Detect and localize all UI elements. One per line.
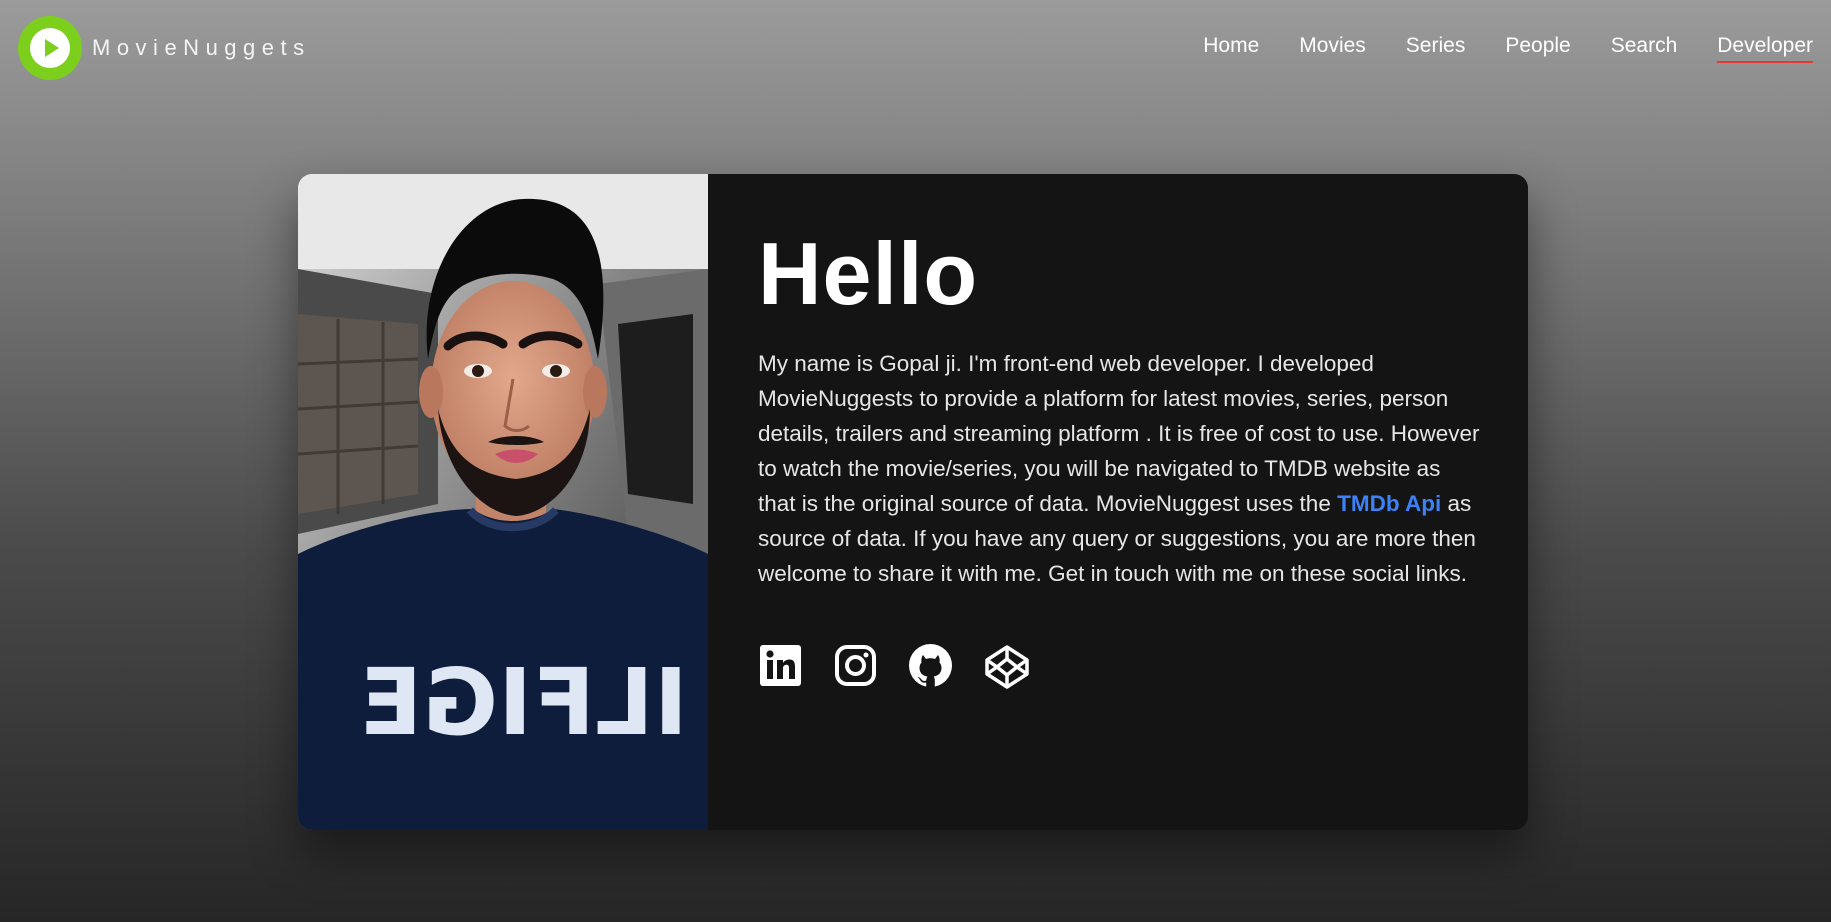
codepen-link[interactable] <box>983 643 1029 689</box>
tmdb-api-link[interactable]: TMDb Api <box>1337 491 1441 516</box>
nav-developer-link[interactable]: Developer <box>1717 34 1813 63</box>
play-logo-icon <box>18 16 82 80</box>
instagram-link[interactable] <box>833 643 878 688</box>
top-navbar: MovieNuggets Home Movies Series People S… <box>0 0 1831 98</box>
nav-people-link[interactable]: People <box>1505 34 1570 63</box>
github-link[interactable] <box>908 643 953 688</box>
shirt-print-text: ILFIGE <box>360 649 688 756</box>
linkedin-link[interactable] <box>758 643 803 688</box>
developer-photo: ILFIGE <box>298 174 708 830</box>
codepen-icon <box>985 645 1029 689</box>
social-links <box>758 643 1480 689</box>
brand-name: MovieNuggets <box>92 35 311 60</box>
main-nav: Home Movies Series People Search Develop… <box>1203 34 1813 63</box>
brand-logo-link[interactable]: MovieNuggets <box>18 16 311 80</box>
nav-home-link[interactable]: Home <box>1203 34 1259 63</box>
github-icon <box>909 644 952 687</box>
instagram-icon <box>835 645 876 686</box>
developer-card: ILFIGE Hello My name is Gopal ji. I'm fr… <box>298 174 1528 830</box>
nav-search-link[interactable]: Search <box>1611 34 1678 63</box>
page-heading: Hello <box>758 224 979 323</box>
developer-bio: My name is Gopal ji. I'm front-end web d… <box>758 346 1480 591</box>
nav-series-link[interactable]: Series <box>1406 34 1466 63</box>
linkedin-icon <box>760 645 801 686</box>
developer-info: Hello My name is Gopal ji. I'm front-end… <box>708 174 1528 830</box>
nav-movies-link[interactable]: Movies <box>1299 34 1366 63</box>
